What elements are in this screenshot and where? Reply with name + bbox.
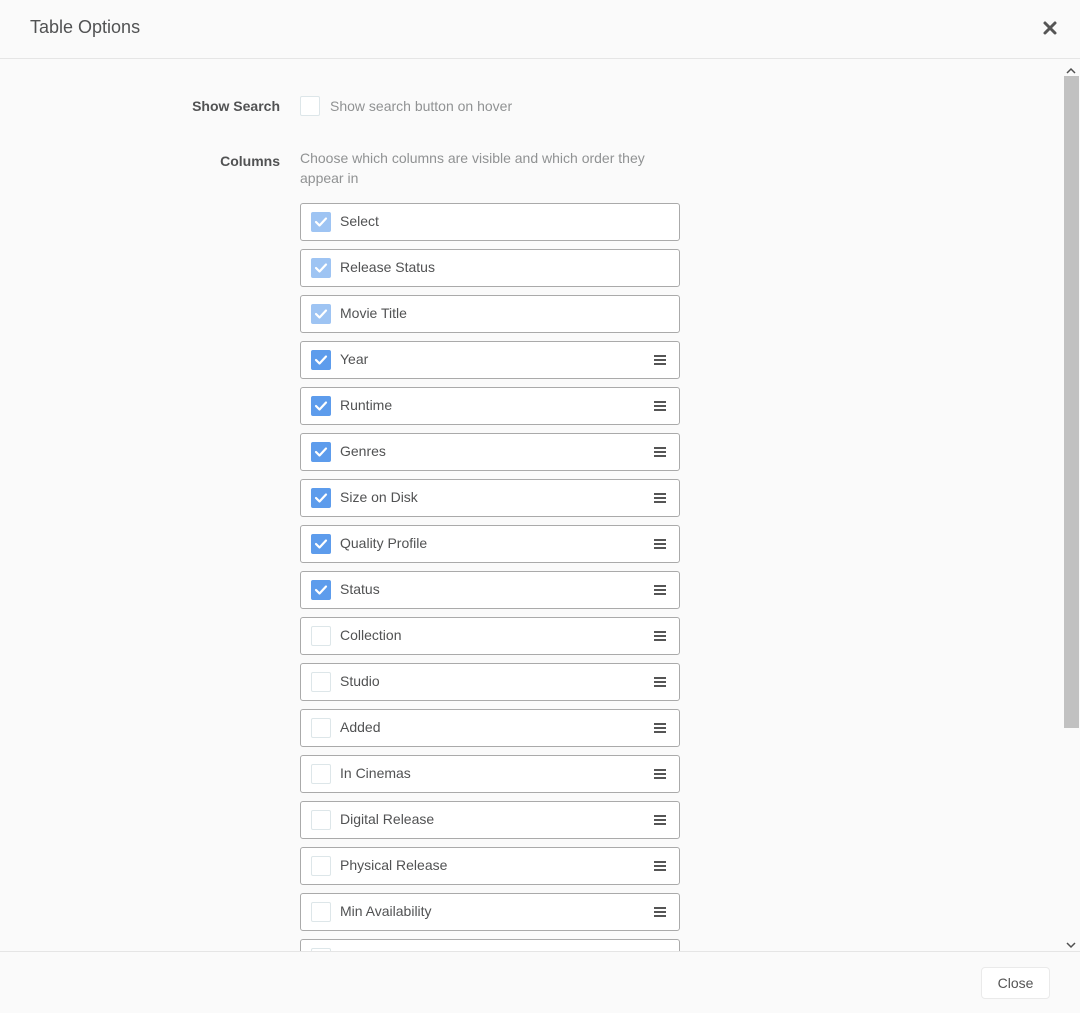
check-icon: [314, 447, 328, 457]
table-options-modal: Table Options Show Search Show search bu…: [0, 0, 1080, 1013]
column-label: Collection: [340, 627, 402, 643]
column-checkbox: [311, 258, 331, 278]
column-checkbox[interactable]: [311, 626, 331, 646]
drag-handle-icon[interactable]: [653, 399, 667, 413]
column-label: Runtime: [340, 397, 393, 413]
column-item[interactable]: Collection: [300, 617, 680, 655]
column-checkbox[interactable]: [311, 534, 331, 554]
column-item: Release Status: [300, 249, 680, 287]
scroll-up-icon[interactable]: [1066, 63, 1076, 74]
column-checkbox[interactable]: [311, 488, 331, 508]
check-icon: [314, 355, 328, 365]
column-checkbox: [311, 212, 331, 232]
column-checkbox[interactable]: [311, 580, 331, 600]
show-search-help: Show search button on hover: [330, 98, 513, 114]
column-item[interactable]: Added: [300, 709, 680, 747]
column-label: Quality Profile: [340, 535, 428, 551]
drag-handle-icon[interactable]: [653, 721, 667, 735]
column-item[interactable]: Studio: [300, 663, 680, 701]
check-icon: [314, 539, 328, 549]
drag-handle-icon[interactable]: [653, 767, 667, 781]
scrollbar-thumb[interactable]: [1064, 76, 1079, 728]
scroll-down-icon[interactable]: [1066, 937, 1076, 949]
check-icon: [314, 217, 328, 227]
check-icon: [314, 585, 328, 595]
column-item[interactable]: Genres: [300, 433, 680, 471]
column-item[interactable]: Quality Profile: [300, 525, 680, 563]
show-search-checkbox[interactable]: [300, 96, 320, 116]
column-label: Select: [340, 213, 379, 229]
columns-list: Select Release Status Movie Title Year Runti…: [300, 203, 680, 951]
column-label: Size on Disk: [340, 489, 418, 505]
column-item[interactable]: Size on Disk: [300, 479, 680, 517]
column-label: Year: [340, 351, 369, 367]
modal-footer: Close: [0, 951, 1080, 1013]
drag-handle-icon[interactable]: [653, 491, 667, 505]
column-item[interactable]: Physical Release: [300, 847, 680, 885]
modal-header: Table Options: [0, 0, 1080, 59]
drag-handle-icon[interactable]: [653, 859, 667, 873]
column-item[interactable]: [300, 939, 680, 951]
check-icon: [314, 263, 328, 273]
column-label: Release Status: [340, 259, 435, 275]
column-checkbox[interactable]: [311, 442, 331, 462]
column-item[interactable]: Runtime: [300, 387, 680, 425]
column-checkbox: [311, 304, 331, 324]
column-label: Added: [340, 719, 381, 735]
column-item[interactable]: Status: [300, 571, 680, 609]
drag-handle-icon[interactable]: [653, 629, 667, 643]
check-icon: [314, 493, 328, 503]
column-item[interactable]: In Cinemas: [300, 755, 680, 793]
column-checkbox[interactable]: [311, 856, 331, 876]
column-label: Physical Release: [340, 857, 448, 873]
drag-handle-icon[interactable]: [653, 813, 667, 827]
column-label: Status: [340, 581, 380, 597]
close-icon[interactable]: [1039, 17, 1061, 39]
check-icon: [314, 401, 328, 411]
scrollbar[interactable]: [1062, 60, 1080, 951]
column-checkbox[interactable]: [311, 718, 331, 738]
columns-label: Columns: [220, 153, 280, 169]
column-label: Studio: [340, 673, 380, 689]
column-checkbox[interactable]: [311, 672, 331, 692]
column-label: In Cinemas: [340, 765, 411, 781]
close-button[interactable]: Close: [981, 967, 1050, 999]
drag-handle-icon[interactable]: [653, 583, 667, 597]
column-checkbox[interactable]: [311, 396, 331, 416]
column-item: Movie Title: [300, 295, 680, 333]
columns-help: Choose which columns are visible and whi…: [300, 150, 645, 186]
column-label: Genres: [340, 443, 386, 459]
show-search-label: Show Search: [192, 98, 280, 114]
column-item[interactable]: Digital Release: [300, 801, 680, 839]
column-item[interactable]: Year: [300, 341, 680, 379]
column-label: Min Availability: [340, 903, 432, 919]
drag-handle-icon[interactable]: [653, 537, 667, 551]
column-label: Movie Title: [340, 305, 407, 321]
column-checkbox[interactable]: [311, 764, 331, 784]
column-label: Digital Release: [340, 811, 435, 827]
column-checkbox[interactable]: [311, 810, 331, 830]
check-icon: [314, 309, 328, 319]
modal-body: Show Search Show search button on hover …: [0, 60, 1080, 951]
column-item: Select: [300, 203, 680, 241]
column-checkbox[interactable]: [311, 902, 331, 922]
column-item[interactable]: Min Availability: [300, 893, 680, 931]
drag-handle-icon[interactable]: [653, 905, 667, 919]
drag-handle-icon[interactable]: [653, 675, 667, 689]
column-checkbox[interactable]: [311, 350, 331, 370]
modal-title: Table Options: [30, 17, 141, 37]
drag-handle-icon[interactable]: [653, 353, 667, 367]
drag-handle-icon[interactable]: [653, 445, 667, 459]
